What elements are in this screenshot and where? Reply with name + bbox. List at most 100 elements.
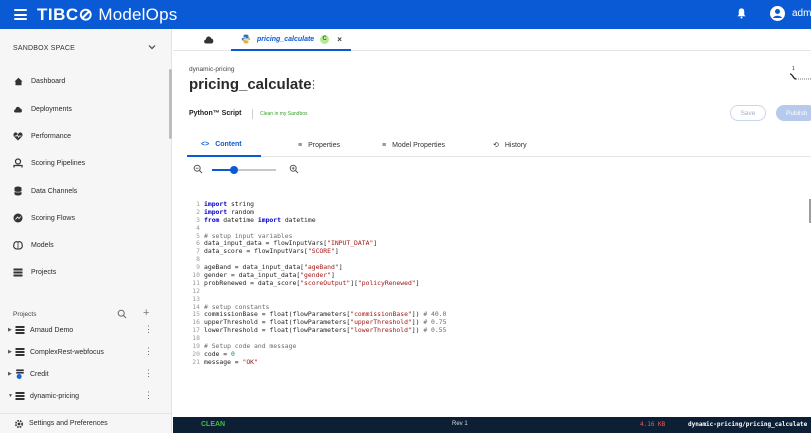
code-text: probRenewed = data_score["scoreOutput"][… [204,278,420,287]
script-type-label: Python™ Script [189,110,242,117]
code-text: data_score = flowInputVars["SCORE"] [204,247,339,256]
settings-button[interactable]: Settings and Preferences [0,413,171,433]
divider [252,109,253,119]
sidebar-item-performance[interactable]: Performance [13,128,71,144]
status-revision: Rev 1 [452,421,468,427]
code-line[interactable]: 3 from datetime import datetime [190,215,811,225]
status-clean: CLEAN [201,421,226,428]
tab-content[interactable]: <> Content [187,133,261,157]
clean-badge: C [320,34,330,44]
sidebar-item-scoring-flows[interactable]: Scoring Flows [13,210,75,226]
main-panel: pricing_calculate C × dynamic-pricing pr… [173,29,811,433]
zoom-slider[interactable] [212,166,276,174]
caret-right-icon[interactable]: ▶ [8,371,15,377]
gear-icon [14,419,24,428]
caret-down-icon[interactable]: ▼ [8,393,15,399]
python-icon [241,34,251,44]
code-editor[interactable]: 1 import string 2 import random 3 from dateti… [190,201,811,416]
code-line[interactable]: 7 data_score = flowInputVars["SCORE"] [190,247,811,256]
tab-history[interactable]: ⟲ History [493,133,527,157]
editor-tab-bar: pricing_calculate C × [173,29,811,51]
code-line[interactable]: 13 [190,295,811,304]
close-tab-icon[interactable]: × [337,35,342,44]
save-button[interactable]: Save [730,105,766,121]
space-selector[interactable]: SANDBOX SPACE [0,29,171,67]
projects-icon [13,267,23,277]
code-text: lowerThreshold = float(flowParameters["l… [204,326,447,335]
sidebar-item-dashboard[interactable]: Dashboard [13,73,65,89]
publish-button[interactable]: Publish [776,105,811,121]
code-line[interactable]: 12 [190,287,811,296]
zoom-control [193,163,313,177]
menu-icon[interactable] [14,9,27,20]
project-icon [15,326,25,334]
heart-pulse-icon [13,131,23,141]
sidebar-item-models[interactable]: Models [13,237,54,253]
code-line[interactable]: 21 message = "OK" [190,357,811,367]
user-avatar-icon[interactable] [770,6,785,21]
project-item-credit[interactable]: ▶ Credit ⋮ [8,366,158,382]
project-item-complexrest-webfocus[interactable]: ▶ ComplexRest-webfocus ⋮ [8,344,158,360]
sidebar-item-data-channels[interactable]: Data Channels [13,183,77,199]
code-line[interactable]: 20 code = 0 [190,350,811,359]
code-line[interactable]: 19 # Setup code and message [190,342,811,351]
tab-properties[interactable]: ≡ Properties [298,133,340,157]
space-label: SANDBOX SPACE [13,44,75,52]
history-icon: ⟲ [493,142,499,149]
cloud-home-icon[interactable] [203,34,215,46]
code-text: from datetime import datetime [204,215,316,224]
projects-header: Projects + [13,307,150,319]
sidebar-scrollbar[interactable] [169,69,172,139]
project-icon [15,392,25,400]
sidebar-item-scoring-pipelines[interactable]: Scoring Pipelines [13,155,85,171]
flow-icon [13,213,23,223]
zoom-out-icon[interactable] [193,164,203,174]
tab-model-properties[interactable]: ≡ Model Properties [382,133,445,157]
kebab-menu-icon[interactable]: ⋮ [144,368,153,379]
code-line[interactable]: 17 lowerThreshold = float(flowParameters[… [190,326,811,335]
sandbox-status: Clean in my Sandbox [260,111,308,117]
page-title: pricing_calculate [189,76,312,93]
tab-pricing-calculate[interactable]: pricing_calculate C × [231,29,351,51]
database-icon [13,186,23,196]
sidebar-item-deployments[interactable]: Deployments [13,101,72,117]
status-file-size: 4.16 KB [640,421,666,428]
sidebar-item-projects[interactable]: Projects [13,264,56,280]
code-line[interactable]: 1 import string [190,201,811,209]
zoom-in-icon[interactable] [289,164,299,174]
brand-logo: TIBC⊘ ModelOps [37,4,178,24]
sidebar: SANDBOX SPACE Dashboard Deployments Perf… [0,29,172,433]
sliders-icon: ≡ [382,141,387,149]
content-tabs: <> Content ≡ Properties ≡ Model Properti… [187,133,811,157]
bell-icon[interactable] [736,7,747,19]
user-name[interactable]: admin [792,8,811,19]
kebab-menu-icon[interactable]: ⋮ [144,324,153,335]
line-number: 21 [192,357,200,366]
brain-icon [13,240,23,250]
top-bar: TIBC⊘ ModelOps admin [0,0,811,29]
home-icon [13,76,23,86]
tibco-logo-mark: ⊘ [78,4,94,24]
search-icon[interactable] [117,309,127,319]
pipeline-icon [13,158,23,168]
cloud-icon [13,104,23,114]
title-kebab-menu-icon[interactable]: ⋮ [308,78,319,91]
project-icon [16,369,24,379]
kebab-menu-icon[interactable]: ⋮ [144,346,153,357]
project-icon [15,348,25,356]
sliders-icon: ≡ [298,141,303,149]
flow-graph-preview: 1 [789,66,811,80]
project-item-arnaud-demo[interactable]: ▶ Arnaud Demo ⋮ [8,322,158,338]
caret-right-icon[interactable]: ▶ [8,349,15,355]
graph-node-label: 1 [792,66,795,72]
code-icon: <> [201,140,210,148]
kebab-menu-icon[interactable]: ⋮ [144,390,153,401]
status-file-path: dynamic-pricing/pricing_calculate [688,421,808,428]
code-line[interactable]: 11 probRenewed = data_score["scoreOutput"… [190,278,811,288]
zoom-slider-handle[interactable] [230,166,239,174]
breadcrumb[interactable]: dynamic-pricing [189,66,235,73]
caret-right-icon[interactable]: ▶ [8,327,15,333]
status-bar: CLEAN Rev 1 4.16 KB dynamic-pricing/pric… [173,417,811,433]
project-item-dynamic-pricing[interactable]: ▼ dynamic-pricing ⋮ [8,388,158,404]
add-project-icon[interactable]: + [143,307,149,319]
